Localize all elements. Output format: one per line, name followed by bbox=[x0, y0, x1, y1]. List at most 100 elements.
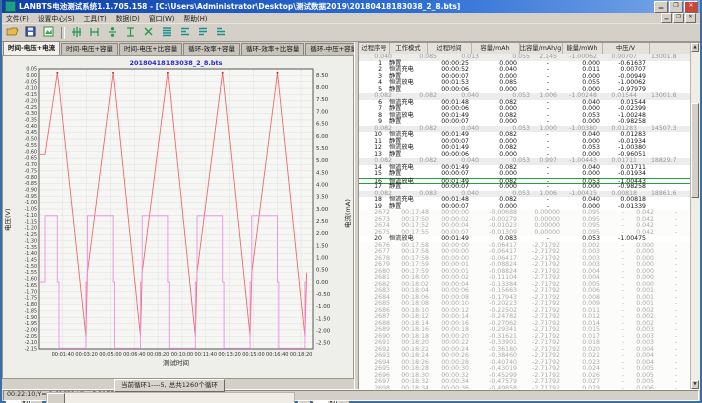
column-header[interactable]: 容量/mAh bbox=[471, 43, 520, 54]
svg-text:-0.70: -0.70 bbox=[25, 162, 37, 168]
svg-text:8.00: 8.00 bbox=[316, 85, 329, 91]
svg-text:6.00: 6.00 bbox=[316, 134, 329, 140]
mdi-minimize-button[interactable]: ▁ bbox=[661, 13, 672, 23]
cycle-info-row: 当前循环1----5, 总共1260个循环 bbox=[2, 379, 354, 392]
menu-item-6[interactable]: 帮助(H) bbox=[183, 13, 207, 23]
svg-text:00:05:00: 00:05:00 bbox=[99, 352, 121, 358]
svg-text:2.00: 2.00 bbox=[316, 231, 329, 237]
mdi-restore-button[interactable]: ❐ bbox=[673, 13, 684, 23]
table-cell: 2698 bbox=[361, 386, 390, 390]
tab-3[interactable]: 时间-电压+比容量 bbox=[119, 43, 182, 55]
export-image-button[interactable] bbox=[40, 25, 57, 40]
data-list-button[interactable] bbox=[158, 25, 175, 40]
svg-text:-2.00: -2.00 bbox=[25, 328, 37, 334]
svg-text:-1.35: -1.35 bbox=[25, 245, 37, 251]
layout-list-button[interactable] bbox=[212, 25, 229, 40]
divide-tool-button[interactable] bbox=[104, 25, 121, 40]
menu-item-4[interactable]: 数据(D) bbox=[116, 13, 140, 23]
chart-title: 20180418183038_2_8.bts bbox=[130, 59, 223, 67]
svg-text:-1.45: -1.45 bbox=[25, 258, 37, 264]
save-icon bbox=[24, 23, 37, 42]
svg-text:-2.10: -2.10 bbox=[25, 340, 37, 346]
column-header[interactable]: 过程序号 bbox=[359, 43, 390, 54]
svg-text:2.50: 2.50 bbox=[316, 219, 329, 225]
svg-text:-1.50: -1.50 bbox=[316, 316, 331, 322]
svg-text:-0.20: -0.20 bbox=[25, 98, 37, 104]
table-vscrollbar[interactable]: ▲ ▼ bbox=[690, 43, 700, 389]
range-tool-icon bbox=[88, 23, 101, 42]
svg-text:-1.15: -1.15 bbox=[25, 219, 37, 225]
svg-text:00:15:00: 00:15:00 bbox=[242, 352, 264, 358]
menu-item-5[interactable]: 窗口(W) bbox=[149, 13, 175, 23]
table-cell: -2.71792 bbox=[519, 386, 560, 390]
column-header[interactable]: 中压/V bbox=[602, 43, 650, 54]
hscroll-thumb[interactable] bbox=[47, 393, 65, 403]
svg-text:-1.00: -1.00 bbox=[316, 304, 331, 310]
svg-text:-1.50: -1.50 bbox=[25, 264, 37, 270]
open-file-icon bbox=[6, 23, 19, 42]
column-header[interactable]: 比容量/mAh/g bbox=[519, 43, 563, 54]
tab-5[interactable]: 循环-效率+比容量 bbox=[241, 43, 304, 55]
svg-text:00:10:00: 00:10:00 bbox=[171, 352, 193, 358]
vscroll-thumb[interactable] bbox=[691, 103, 699, 198]
svg-text:4.50: 4.50 bbox=[316, 170, 329, 176]
svg-text:00:18:20: 00:18:20 bbox=[290, 352, 312, 358]
svg-text:-0.90: -0.90 bbox=[25, 188, 37, 194]
table-cell: 00:00:36 bbox=[435, 386, 469, 390]
open-file-button[interactable] bbox=[4, 25, 21, 40]
tab-4[interactable]: 循环-效率+容量 bbox=[183, 43, 240, 55]
scroll-up-icon[interactable]: ▲ bbox=[691, 43, 699, 52]
cycle-info-label[interactable]: 当前循环1----5, 总共1260个循环 bbox=[114, 379, 225, 392]
column-header[interactable]: 过程时间 bbox=[427, 43, 472, 54]
svg-text:-0.35: -0.35 bbox=[25, 118, 37, 124]
svg-text:3.50: 3.50 bbox=[316, 195, 329, 201]
svg-text:-2.50: -2.50 bbox=[316, 341, 331, 347]
svg-text:5.50: 5.50 bbox=[316, 146, 329, 152]
close-button[interactable]: ✕ bbox=[684, 1, 698, 13]
axes-tool-button[interactable] bbox=[122, 25, 139, 40]
divide-tool-icon bbox=[106, 23, 119, 42]
svg-text:-0.10: -0.10 bbox=[25, 86, 37, 92]
chart-canvas[interactable]: 0.050.00-0.05-0.10-0.15-0.20-0.25-0.30-0… bbox=[3, 56, 353, 374]
column-header[interactable]: 工作模式 bbox=[389, 43, 428, 54]
chart-tab-bar: 时间-电压+电流时间-电压+容量时间-电压+比容量循环-效率+容量循环-效率+比… bbox=[2, 42, 354, 56]
window-title: LANBTS电池测试系统1.1.705.158 - [C:\Users\Admi… bbox=[19, 1, 653, 12]
data-list-icon bbox=[160, 23, 173, 42]
svg-text:00:08:20: 00:08:20 bbox=[147, 352, 169, 358]
report-list-button[interactable] bbox=[194, 25, 211, 40]
svg-text:-0.55: -0.55 bbox=[25, 143, 37, 149]
table-cell: 0.029 bbox=[566, 386, 600, 390]
tab-1[interactable]: 时间-电压+电流 bbox=[3, 41, 60, 55]
marker-tool-button[interactable] bbox=[68, 25, 85, 40]
mdi-close-button[interactable]: ✕ bbox=[685, 13, 696, 23]
svg-text:7.50: 7.50 bbox=[316, 97, 329, 103]
svg-text:-1.80: -1.80 bbox=[25, 302, 37, 308]
layout-list-icon bbox=[214, 23, 227, 42]
svg-text:1.00: 1.00 bbox=[316, 255, 329, 261]
title-bar: LANBTS电池测试系统1.1.705.158 - [C:\Users\Admi… bbox=[2, 0, 700, 13]
clear-curve-button[interactable] bbox=[140, 25, 157, 40]
tab-2[interactable]: 时间-电压+容量 bbox=[61, 43, 118, 55]
svg-text:-0.15: -0.15 bbox=[25, 92, 37, 98]
svg-text:3.00: 3.00 bbox=[316, 207, 329, 213]
save-button[interactable] bbox=[22, 25, 39, 40]
scroll-down-icon[interactable]: ▼ bbox=[691, 380, 699, 389]
chart-hscrollbar[interactable] bbox=[46, 392, 295, 403]
menu-item-1[interactable]: 文件(F) bbox=[6, 13, 29, 23]
main-content: 时间-电压+电流时间-电压+容量时间-电压+比容量循环-效率+容量循环-效率+比… bbox=[2, 42, 700, 389]
svg-text:-0.50: -0.50 bbox=[316, 292, 331, 298]
maximize-button[interactable]: ❐ bbox=[669, 1, 683, 13]
record-row[interactable]: 269800:18:3400:00:36-0.49858-2.717920.02… bbox=[359, 386, 691, 390]
column-header[interactable]: 能量/mWh bbox=[562, 43, 603, 54]
svg-text:-1.30: -1.30 bbox=[25, 238, 37, 244]
svg-text:-0.50: -0.50 bbox=[25, 137, 37, 143]
svg-text:-2.00: -2.00 bbox=[316, 329, 331, 335]
minimize-button[interactable]: ▁ bbox=[654, 1, 668, 13]
range-tool-button[interactable] bbox=[86, 25, 103, 40]
table-body: 0.0400.0850.0130.0552.145-1.000620.00707… bbox=[359, 54, 691, 389]
menu-item-2[interactable]: 设置中心(S) bbox=[38, 13, 75, 23]
summary-list-button[interactable] bbox=[176, 25, 193, 40]
svg-text:-0.85: -0.85 bbox=[25, 181, 37, 187]
marker-tool-icon bbox=[70, 23, 83, 42]
menu-item-3[interactable]: 工具(T) bbox=[84, 13, 107, 23]
